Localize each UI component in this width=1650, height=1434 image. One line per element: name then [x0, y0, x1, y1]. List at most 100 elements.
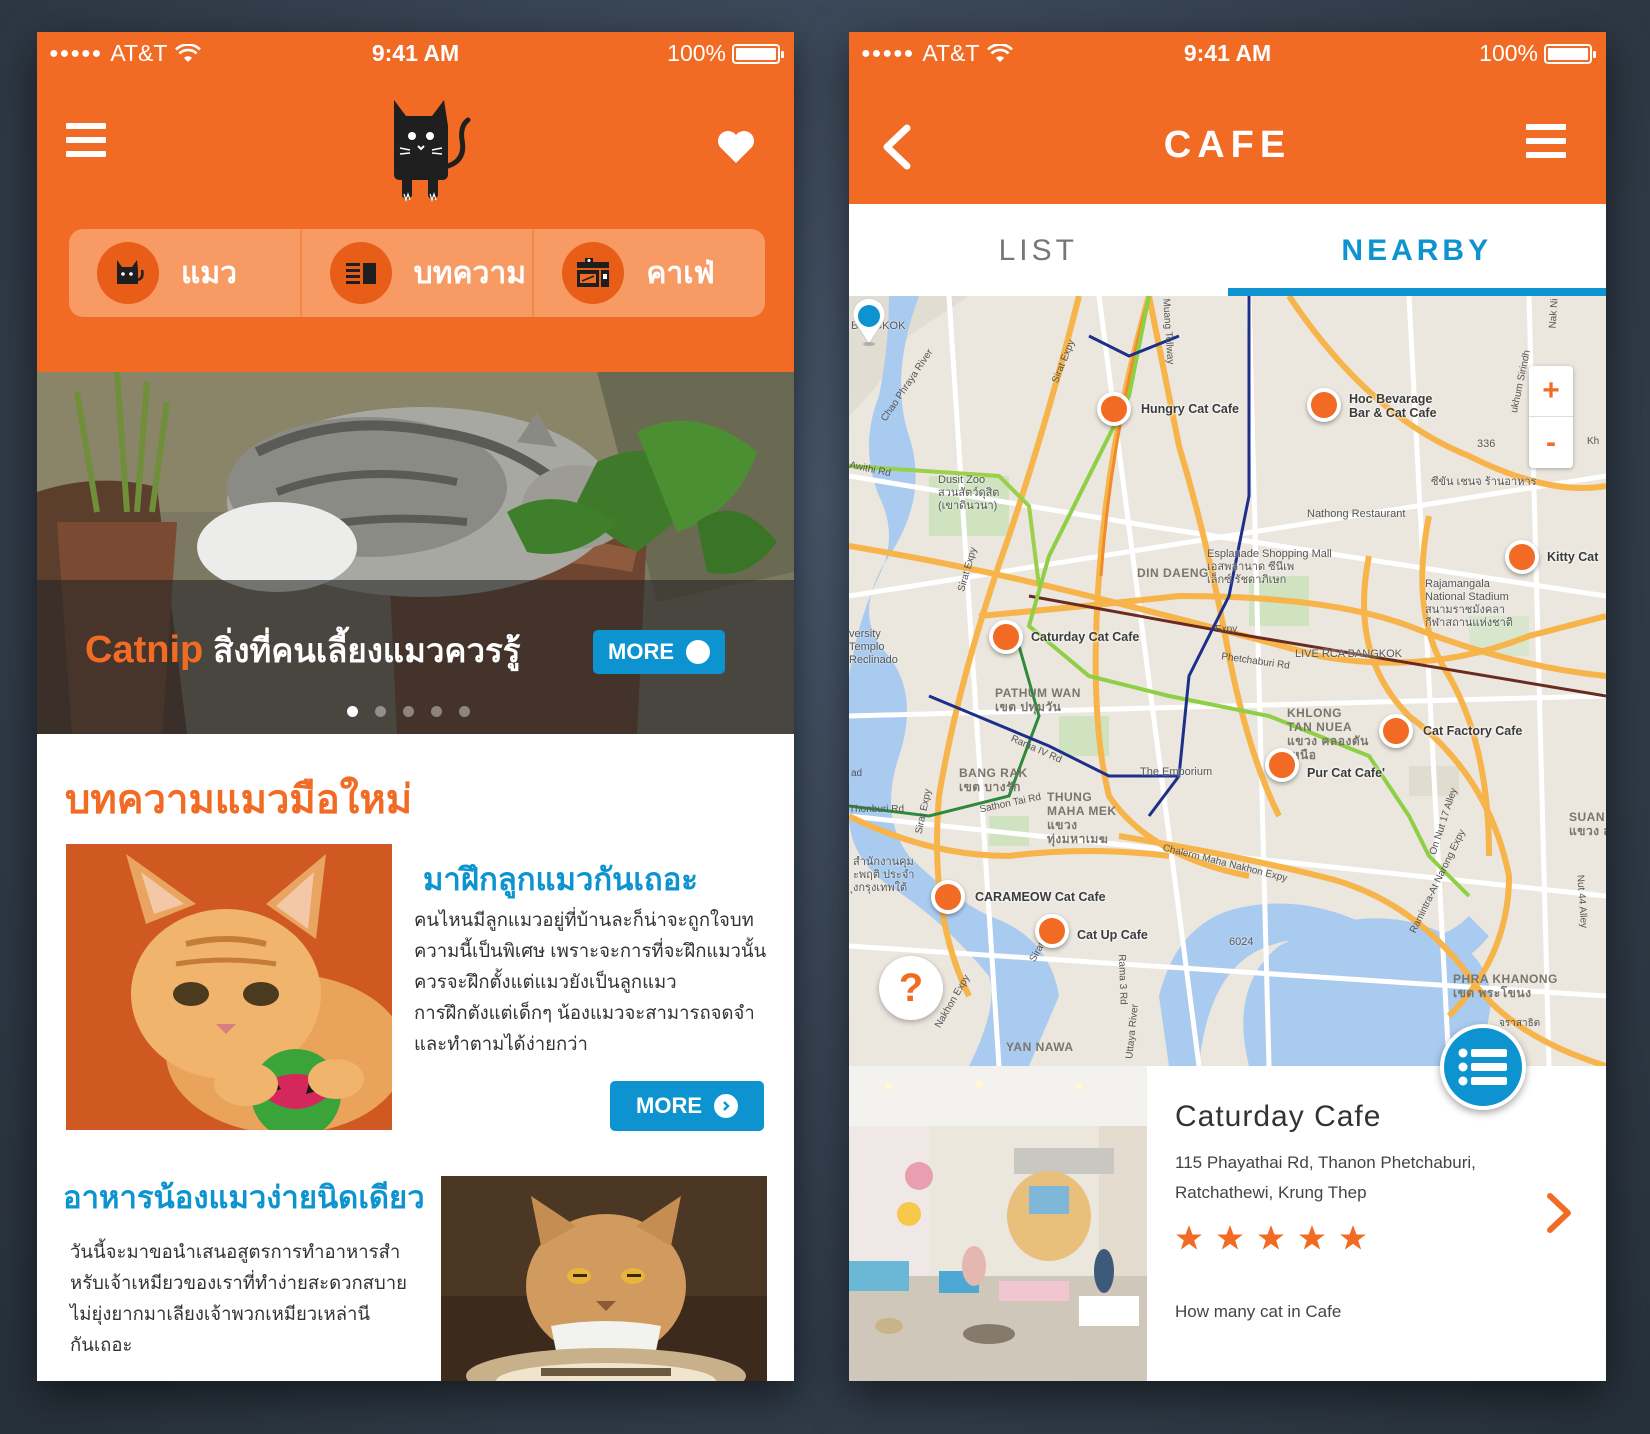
cafe-marker-label: Hungry Cat Cafe [1141, 402, 1239, 416]
battery-percent: 100% [1479, 40, 1538, 66]
grumpy-cat-photo [441, 1176, 767, 1381]
map-place-label: สำนักงานคุม ะพฤติ ประจำุงกรุงเทพใต้ [853, 856, 915, 894]
carousel-dot[interactable] [375, 706, 386, 717]
chevron-right-icon [714, 1094, 738, 1118]
page-title: CAFE [1163, 124, 1292, 166]
cafe-photo [849, 1066, 1147, 1381]
map-place-label: LIVE RCA BANGKOK [1295, 648, 1402, 660]
cafe-map-screen: ●●●●● AT&T 9:41 AM 100% CAFE LIST NEARBY [849, 32, 1606, 1381]
hero-caption-accent: Catnip [85, 629, 204, 671]
status-bar: ●●●●● AT&T 9:41 AM 100% [849, 32, 1606, 74]
article-icon [329, 242, 392, 304]
cafe-marker-label: Hoc Bevarage Bar & Cat Cafe [1349, 392, 1437, 420]
battery-percent: 100% [667, 40, 726, 66]
map-district-label: YAN NAWA [1006, 1040, 1074, 1054]
map-place-label: Nathong Restaurant [1307, 508, 1406, 520]
star-icon [1176, 1225, 1202, 1250]
map-district-label: SUAN Lแขวง ส [1569, 810, 1606, 838]
cafe-marker-label: CARAMEOW Cat Cafe [975, 890, 1106, 904]
cafe-marker-label: Pur Cat Cafe' [1307, 766, 1385, 780]
map-road-label: Rama 3 Rd [1115, 954, 1129, 1005]
cafe-map-marker[interactable] [1505, 540, 1539, 574]
category-tab-label: บทความ [413, 256, 527, 290]
map-district-label: KHLONG TAN NUEA แขวง คลองตัน เหนือ [1287, 706, 1369, 762]
cafe-map-marker[interactable] [931, 880, 965, 914]
article-body: วันนี้จะมาขอนำเสนอสูตรการทำอาหารสำ หรับเ… [70, 1236, 407, 1360]
chevron-right-icon [596, 631, 710, 664]
battery-status: 100% [667, 40, 784, 67]
map-road-label: Thonburi Rd [849, 804, 905, 815]
home-screen: ●●●●● AT&T 9:41 AM 100% แมว บทความ คาเฟ่… [37, 32, 794, 1381]
category-tab-cat[interactable]: แมว [69, 229, 302, 317]
article-line: ความนี้เป็นพิเศษ เพราะจะการที่จะฝึกแมวนั… [414, 940, 767, 961]
carousel-dot[interactable] [403, 706, 414, 717]
star-icon [1340, 1225, 1366, 1250]
category-tab-cafe[interactable]: คาเฟ่ [534, 229, 765, 317]
article-title[interactable]: มาฝึกลูกแมวกันเถอะ [423, 854, 698, 904]
map-road-label: Expy [1215, 624, 1238, 635]
heart-icon[interactable] [716, 127, 756, 167]
map-road-label: จราสาธิต [1499, 1018, 1541, 1029]
menu-icon[interactable] [66, 123, 106, 157]
category-tab-label: แมว [181, 256, 237, 290]
battery-icon [1544, 43, 1596, 64]
hero-carousel[interactable]: Catnip สิ่งที่คนเลี้ยงแมวควรรู้ MORE [37, 372, 794, 734]
category-tabs: แมว บทความ คาเฟ่ [69, 229, 765, 317]
tab-nearby[interactable]: NEARBY [1227, 204, 1607, 296]
selected-cafe-card[interactable]: Caturday Cafe 115 Phayathai Rd, Thanon P… [849, 1066, 1606, 1381]
hero-more-button[interactable]: MORE [593, 630, 725, 674]
cafe-map-marker[interactable] [1035, 914, 1069, 948]
carousel-dot[interactable] [459, 706, 470, 717]
cafe-map-marker[interactable] [1307, 388, 1341, 422]
category-tab-label: คาเฟ่ [646, 256, 715, 290]
battery-status: 100% [1479, 40, 1596, 67]
nearby-map[interactable]: Dusit Zoo สวนสัตว์ดุสิต (เขาดินวนา) Nathon… [849, 296, 1606, 1066]
cat-icon [97, 242, 159, 304]
cafe-marker-label: Cat Factory Cafe [1423, 724, 1523, 738]
carousel-dot[interactable] [347, 706, 358, 717]
article-line: วันนี้จะมาขอนำเสนอสูตรการทำอาหารสำ [70, 1241, 401, 1262]
kitten-photo [66, 844, 392, 1130]
carousel-dot[interactable] [431, 706, 442, 717]
hero-caption-text: สิ่งที่คนเลี้ยงแมวควรรู้ [213, 632, 521, 669]
map-road-label: ad [851, 768, 863, 779]
map-place-label: Rajamangala National Stadium สนามราชมังคลา… [1425, 578, 1513, 629]
article-line: กันเถอะ [70, 1334, 133, 1355]
tab-list[interactable]: LIST [849, 204, 1228, 296]
status-bar: ●●●●● AT&T 9:41 AM 100% [37, 32, 794, 74]
zoom-in-button[interactable]: + [1529, 366, 1573, 417]
map-district-label: THUNG MAHA MEK แขวง ทุ่งมหาเมฆ [1047, 790, 1117, 846]
cafe-map-marker[interactable] [1265, 748, 1299, 782]
article-more-button[interactable]: MORE [610, 1081, 764, 1131]
map-place-label: The Emporium [1140, 766, 1213, 778]
map-road-label: Nak Ni [1547, 298, 1561, 329]
zoom-control: + - [1529, 366, 1573, 468]
map-road-label: Kh [1587, 436, 1600, 447]
article-body: คนไหนมีลูกแมวอยู่ที่บ้านละก็น่าจะถูกใจบท… [414, 904, 766, 1059]
more-label: MORE [608, 639, 674, 664]
menu-icon[interactable] [1526, 124, 1566, 158]
cafe-map-marker[interactable] [989, 620, 1023, 654]
more-label: MORE [636, 1093, 702, 1118]
cafe-marker-label: Kitty Cat [1547, 550, 1599, 564]
map-district-label: PATHUM WAN เขต ปทุมวัน [995, 686, 1081, 714]
cafe-map-marker[interactable] [1097, 392, 1131, 426]
map-district-label: PHRA KHANONG เขต พระโขนง [1453, 972, 1558, 1000]
cafe-address: 115 Phayathai Rd, Thanon Phetchaburi, Ra… [1175, 1153, 1476, 1202]
list-view-button[interactable] [1440, 1024, 1526, 1110]
battery-icon [732, 43, 784, 64]
article-line: หรับเจ้าเหมียวของเราที่ทำง่ายสะดวกสบาย [70, 1272, 407, 1293]
chevron-right-icon[interactable] [1542, 1190, 1576, 1236]
help-button[interactable]: ? [879, 956, 943, 1020]
star-icon [1258, 1225, 1284, 1250]
article-line: ไม่ยุ่งยากมาเลียงเจ้าพวกเหมียวเหล่านี [70, 1303, 371, 1324]
cafe-map-marker[interactable] [1379, 714, 1413, 748]
current-location-pin-icon [852, 297, 886, 346]
zoom-out-button[interactable]: - [1529, 417, 1573, 468]
cat-count-label: How many cat in Cafe [1175, 1302, 1342, 1321]
category-tab-article[interactable]: บทความ [302, 229, 535, 317]
list-icon [1458, 1048, 1507, 1086]
map-district-label: BANG RAK เขต บางรัก [959, 766, 1028, 794]
section-title: บทความแมวมือใหม่ [65, 778, 413, 822]
article-title[interactable]: อาหารน้องแมวง่ายนิดเดียว [63, 1172, 425, 1222]
